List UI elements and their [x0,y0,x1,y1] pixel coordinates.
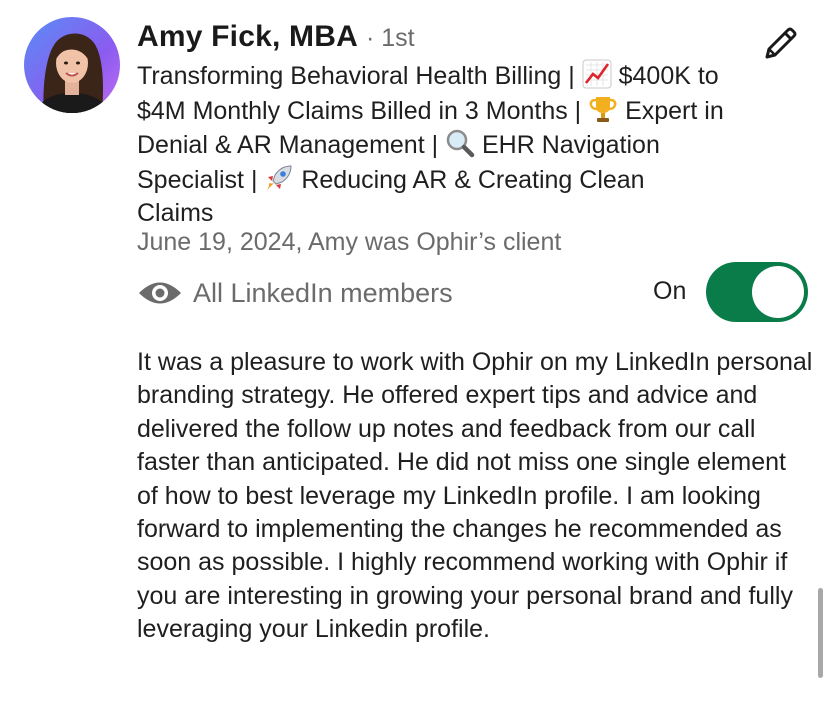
avatar[interactable] [24,17,120,113]
author-name[interactable]: Amy Fick, MBA [137,20,358,54]
magnifying-glass-emoji [445,128,475,158]
trophy-emoji [588,94,618,124]
avatar-image [24,17,120,113]
recommendation-card: Amy Fick, MBA · 1st Transforming Behavio… [0,0,828,704]
visibility-selector[interactable]: All LinkedIn members [137,276,453,310]
headline-part-1: Transforming Behavioral Health Billing | [137,62,582,90]
author-row: Amy Fick, MBA · 1st [137,20,415,58]
toggle-state-label: On [653,277,687,305]
pencil-icon [765,27,797,59]
edit-button[interactable] [760,22,802,64]
scrollbar[interactable] [818,588,823,678]
show-recommendation-toggle[interactable] [706,262,808,322]
chart-increasing-emoji [582,59,612,89]
toggle-knob [752,266,804,318]
recommendation-date-relation: June 19, 2024, Amy was Ophir’s client [137,228,562,256]
author-headline: Transforming Behavioral Health Billing |… [137,59,727,231]
visibility-label: All LinkedIn members [193,277,453,308]
connection-degree: · 1st [365,24,415,52]
rocket-emoji [264,163,294,193]
eye-icon [137,276,183,310]
recommendation-body: It was a pleasure to work with Ophir on … [137,348,813,644]
